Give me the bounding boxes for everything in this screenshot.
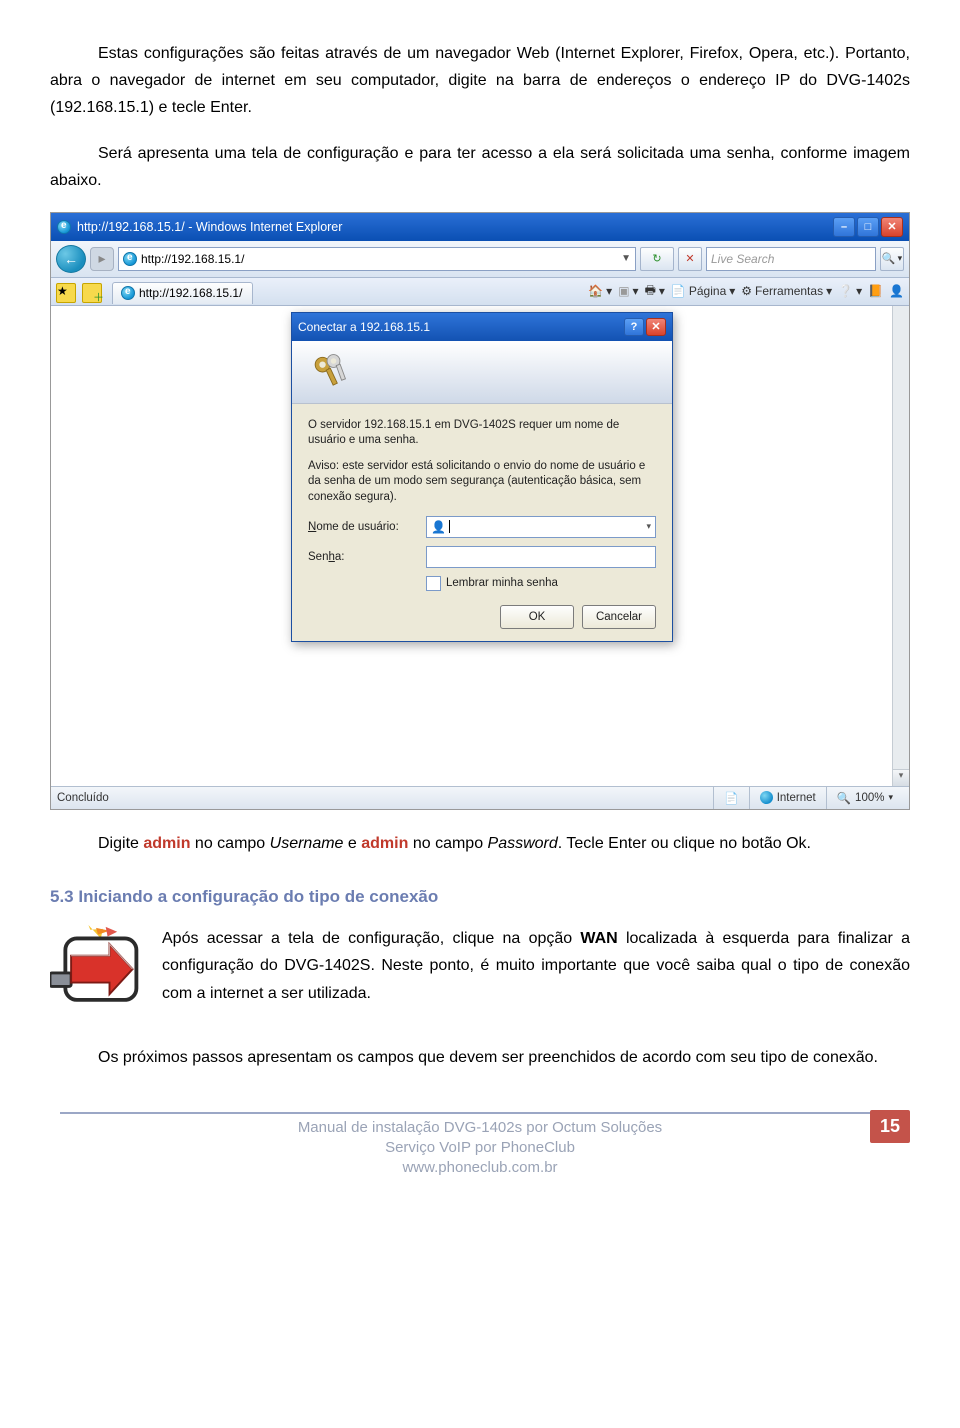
ok-button[interactable]: OK [500,605,574,629]
status-security-cell: 📄 [713,787,748,809]
page-icon: 📄 [671,284,686,298]
command-bar: 🏠 ▾ ▣ ▾ 🖶 ▾ 📄Página ▾ ⚙Ferramentas ▾ ❔▾ … [588,281,904,305]
window-buttons: – □ ✕ [833,217,903,237]
messenger-icon: 👤 [889,284,904,298]
minimize-button[interactable]: – [833,217,855,237]
home-icon: 🏠 [588,284,603,298]
scroll-down-icon[interactable]: ▾ [893,769,909,786]
dialog-message-2: Aviso: este servidor está solicitando o … [308,459,656,506]
ie-screenshot: http://192.168.15.1/ - Windows Internet … [50,212,910,810]
page-menu-button[interactable]: 📄Página ▾ [671,284,735,298]
rss-icon: ▣ [618,284,629,298]
add-favorite-icon[interactable]: ＋ [82,283,102,303]
page-number: 15 [870,1110,910,1143]
favorites-icon[interactable]: ★ [56,283,76,303]
maximize-button[interactable]: □ [857,217,879,237]
refresh-icon: ↻ [652,252,661,265]
ie-window-titlebar: http://192.168.15.1/ - Windows Internet … [51,213,909,241]
intro-para-1: Estas configurações são feitas através d… [50,40,910,122]
remember-checkbox[interactable] [426,576,441,591]
wan-paragraph: Após acessar a tela de configuração, cli… [162,925,910,1007]
username-dropdown-icon[interactable]: ▾ [646,521,651,532]
section-heading: 5.3 Iniciando a configuração do tipo de … [50,887,910,907]
research-icon: 📙 [868,284,883,298]
address-bar[interactable]: http://192.168.15.1/ ▼ [118,247,636,271]
window-title-text: http://192.168.15.1/ - Windows Internet … [77,220,342,234]
vertical-scrollbar[interactable]: ▾ [892,306,909,786]
status-zoom-cell[interactable]: 🔍 100% ▾ [826,787,903,809]
search-box[interactable]: Live Search [706,247,876,271]
search-icon: 🔍 [882,252,896,265]
tools-menu-button[interactable]: ⚙Ferramentas ▾ [741,284,832,298]
address-text: http://192.168.15.1/ [141,252,244,266]
username-input[interactable]: 👤 ▾ [426,516,656,538]
footer-line-3: www.phoneclub.com.br [50,1158,910,1178]
dialog-help-button[interactable]: ? [624,318,644,336]
footer-line-2: Serviço VoIP por PhoneClub [50,1138,910,1158]
tools-label: Ferramentas [755,284,823,298]
dialog-titlebar: Conectar a 192.168.15.1 ? ✕ [292,313,672,341]
auth-dialog: Conectar a 192.168.15.1 ? ✕ [291,312,673,642]
tabs-row: ★ ＋ http://192.168.15.1/ 🏠 ▾ ▣ ▾ 🖶 ▾ 📄Pá… [51,278,909,306]
zoom-dropdown-icon[interactable]: ▾ [888,792,893,803]
dialog-banner [292,341,672,404]
page-footer: 15 Manual de instalação DVG-1402s por Oc… [50,1112,910,1179]
text-cursor [449,520,450,533]
stop-button[interactable]: ✕ [678,247,702,271]
security-icon: 📄 [724,791,738,805]
browser-content-area: Conectar a 192.168.15.1 ? ✕ [51,306,909,786]
remember-checkbox-row[interactable]: Lembrar minha senha [308,576,656,591]
zoom-icon: 🔍 [837,791,851,805]
user-icon: 👤 [431,520,446,534]
tab-favicon-icon [121,286,135,300]
window-close-button[interactable]: ✕ [881,217,903,237]
feeds-button[interactable]: ▣ ▾ [618,284,638,298]
nav-forward-button[interactable]: ▸ [90,247,114,271]
remember-label: Lembrar minha senha [446,577,558,589]
print-button[interactable]: 🖶 ▾ [645,281,665,302]
tab-title: http://192.168.15.1/ [139,286,242,300]
intro-para-2: Será apresenta uma tela de configuração … [50,140,910,194]
help-icon: ❔ [838,284,853,298]
zone-label: Internet [777,792,816,804]
search-dropdown-icon[interactable]: ▾ [898,253,903,264]
browser-tab[interactable]: http://192.168.15.1/ [112,282,253,304]
internet-zone-icon [760,791,773,804]
research-button[interactable]: 📙 [868,284,883,298]
nav-back-button[interactable]: ← [56,245,86,273]
page-label: Página [689,284,726,298]
keys-icon [306,350,350,394]
status-bar: Concluído 📄 Internet 🔍 100% ▾ [51,786,909,809]
username-label: Nome de usuário: [308,521,418,533]
post-screenshot-para: Digite admin no campo Username e admin n… [50,830,910,857]
status-text: Concluído [57,792,109,804]
print-icon: 🖶 [645,281,656,302]
search-button[interactable]: 🔍 ▾ [880,247,904,271]
closing-para: Os próximos passos apresentam os campos … [50,1044,910,1071]
dialog-body: O servidor 192.168.15.1 em DVG-1402S req… [292,404,672,641]
gear-icon: ⚙ [741,284,752,298]
stop-icon: ✕ [685,252,694,265]
dialog-title-text: Conectar a 192.168.15.1 [298,320,430,334]
dialog-message-1: O servidor 192.168.15.1 em DVG-1402S req… [308,418,656,449]
navigation-bar: ← ▸ http://192.168.15.1/ ▼ ↻ ✕ Live Sear… [51,241,909,278]
help-button[interactable]: ❔▾ [838,284,862,298]
ie-logo-icon [57,220,71,234]
zoom-label: 100% [855,792,884,804]
site-favicon-icon [123,252,137,266]
home-button[interactable]: 🏠 ▾ [588,284,612,298]
search-placeholder: Live Search [711,252,774,266]
dialog-close-button[interactable]: ✕ [646,318,666,336]
status-zone-cell: Internet [749,787,826,809]
address-dropdown-icon[interactable]: ▼ [621,253,631,264]
refresh-button[interactable]: ↻ [640,247,674,271]
wan-arrow-icon [50,925,146,1018]
footer-line-1: Manual de instalação DVG-1402s por Octum… [50,1118,910,1138]
password-input[interactable] [426,546,656,568]
password-label: Senha: [308,551,418,563]
cancel-button[interactable]: Cancelar [582,605,656,629]
messenger-button[interactable]: 👤 [889,284,904,298]
